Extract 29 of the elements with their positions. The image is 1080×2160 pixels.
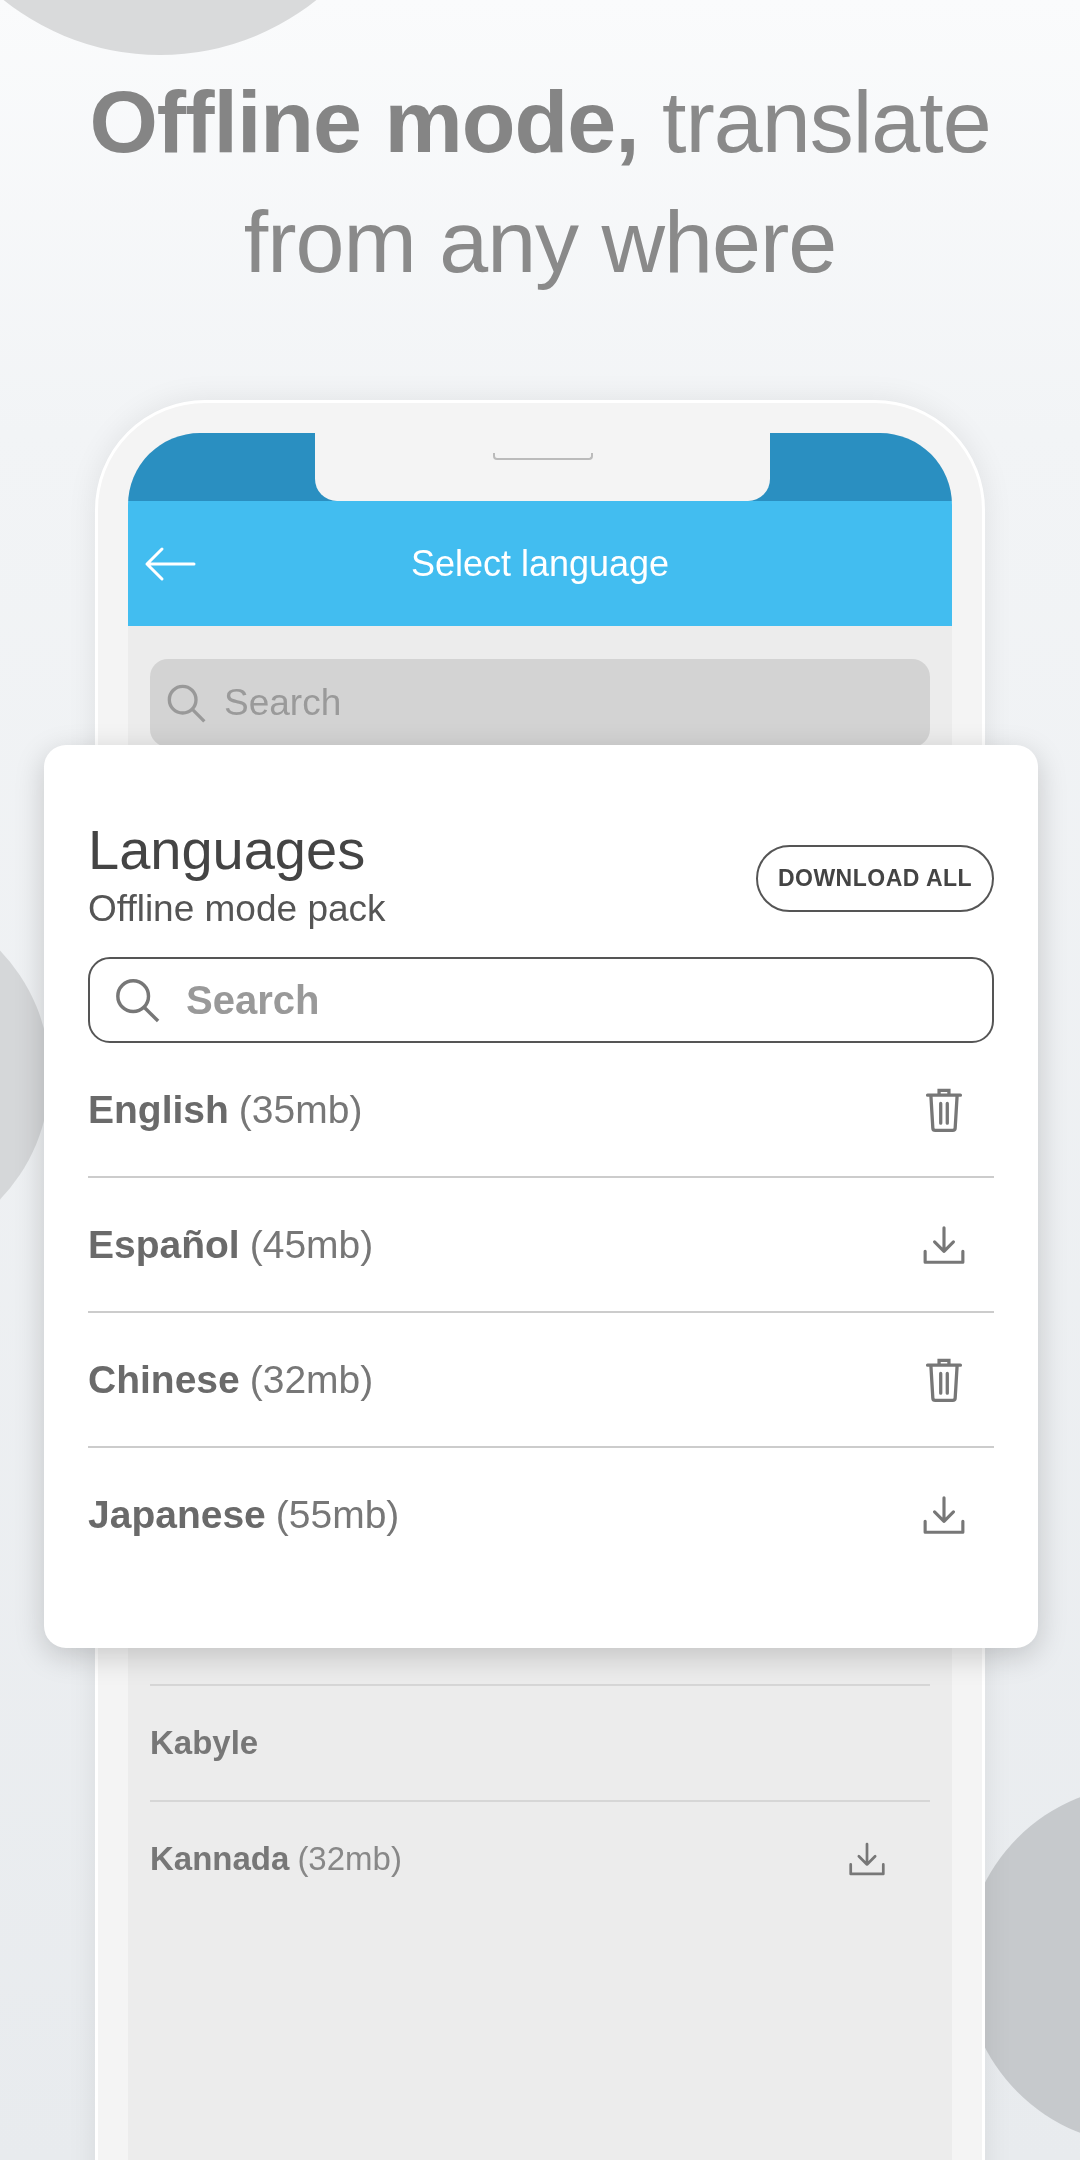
language-row[interactable]: English (35mb) (88, 1043, 994, 1178)
language-row[interactable]: Kannada (32mb) (150, 1802, 930, 1916)
file-size: (35mb) (238, 1087, 363, 1132)
file-size: (32mb) (249, 1357, 374, 1402)
card-title: Languages (88, 817, 367, 883)
download-icon[interactable] (848, 1841, 886, 1877)
search-input[interactable]: Search (184, 976, 968, 1024)
language-row[interactable]: Chinese (32mb) (88, 1313, 994, 1448)
search-icon (166, 683, 206, 723)
search-icon (114, 977, 160, 1023)
file-size: (45mb) (249, 1222, 374, 1267)
language-row[interactable]: Español (45mb) (88, 1178, 994, 1313)
app-bar-title: Select language (410, 542, 670, 585)
language-row[interactable]: Japanese (55mb) (88, 1448, 994, 1581)
language-name: Kannada (150, 1840, 290, 1878)
headline: Offline mode, translate from any where (88, 71, 992, 293)
language-name: Kabyle (150, 1724, 259, 1762)
file-size: (32mb) (297, 1840, 402, 1878)
language-name: Español (88, 1222, 240, 1267)
language-name: English (88, 1087, 229, 1132)
speaker-icon (492, 453, 593, 460)
language-row[interactable]: Kabyle (150, 1686, 930, 1802)
search-placeholder: Search (224, 682, 342, 724)
download-all-button[interactable]: DOWNLOAD ALL (756, 845, 994, 912)
search-field[interactable]: Search (88, 957, 994, 1043)
card-subtitle: Offline mode pack (88, 887, 386, 931)
language-name: Japanese (88, 1492, 266, 1537)
language-name: Chinese (88, 1357, 240, 1402)
file-size: (55mb) (275, 1492, 400, 1537)
